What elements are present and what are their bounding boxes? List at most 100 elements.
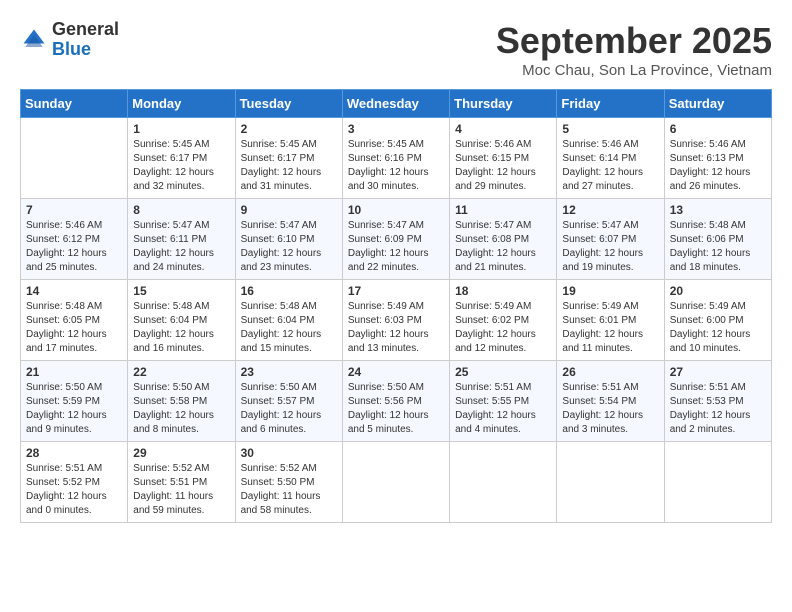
day-number: 26 [562,365,658,379]
day-content: Sunrise: 5:50 AM Sunset: 5:58 PM Dayligh… [133,381,229,437]
day-content: Sunrise: 5:48 AM Sunset: 6:06 PM Dayligh… [670,219,766,275]
calendar-cell: 29 Sunrise: 5:52 AM Sunset: 5:51 PM Dayli… [128,442,235,523]
calendar-cell: 4 Sunrise: 5:46 AM Sunset: 6:15 PM Daylig… [450,118,557,199]
page-header: General Blue September 2025 Moc Chau, So… [20,20,772,79]
calendar-cell: 15 Sunrise: 5:48 AM Sunset: 6:04 PM Dayli… [128,280,235,361]
day-content: Sunrise: 5:49 AM Sunset: 6:00 PM Dayligh… [670,300,766,356]
day-number: 15 [133,284,229,298]
calendar-cell: 20 Sunrise: 5:49 AM Sunset: 6:00 PM Dayli… [664,280,771,361]
calendar-cell: 19 Sunrise: 5:49 AM Sunset: 6:01 PM Dayli… [557,280,664,361]
day-number: 25 [455,365,551,379]
day-content: Sunrise: 5:51 AM Sunset: 5:53 PM Dayligh… [670,381,766,437]
calendar-cell: 24Sunrise: 5:50 AM Sunset: 5:56 PM Dayli… [342,361,449,442]
day-content: Sunrise: 5:52 AM Sunset: 5:50 PM Dayligh… [241,462,337,518]
title-block: September 2025 Moc Chau, Son La Province… [496,20,772,79]
calendar-cell: 2 Sunrise: 5:45 AM Sunset: 6:17 PM Daylig… [235,118,342,199]
calendar-cell: 22Sunrise: 5:50 AM Sunset: 5:58 PM Dayli… [128,361,235,442]
header-tuesday: Tuesday [235,90,342,118]
day-number: 21 [26,365,122,379]
day-number: 6 [670,122,766,136]
day-content: Sunrise: 5:48 AM Sunset: 6:04 PM Dayligh… [241,300,337,356]
calendar-cell: 11 Sunrise: 5:47 AM Sunset: 6:08 PM Dayli… [450,199,557,280]
day-content: Sunrise: 5:51 AM Sunset: 5:54 PM Dayligh… [562,381,658,437]
day-content: Sunrise: 5:51 AM Sunset: 5:55 PM Dayligh… [455,381,551,437]
day-content: Sunrise: 5:49 AM Sunset: 6:03 PM Dayligh… [348,300,444,356]
calendar-cell: 26 Sunrise: 5:51 AM Sunset: 5:54 PM Dayli… [557,361,664,442]
day-number: 30 [241,446,337,460]
calendar-table: SundayMondayTuesdayWednesdayThursdayFrid… [20,89,772,523]
day-number: 4 [455,122,551,136]
day-content: Sunrise: 5:47 AM Sunset: 6:08 PM Dayligh… [455,219,551,275]
day-content: Sunrise: 5:45 AM Sunset: 6:16 PM Dayligh… [348,138,444,194]
day-number: 24 [348,365,444,379]
calendar-week-row: 7 Sunrise: 5:46 AM Sunset: 6:12 PM Daylig… [21,199,772,280]
header-sunday: Sunday [21,90,128,118]
day-number: 16 [241,284,337,298]
day-content: Sunrise: 5:47 AM Sunset: 6:09 PM Dayligh… [348,219,444,275]
day-number: 13 [670,203,766,217]
calendar-cell [664,442,771,523]
calendar-cell: 3Sunrise: 5:45 AM Sunset: 6:16 PM Daylig… [342,118,449,199]
calendar-cell: 17Sunrise: 5:49 AM Sunset: 6:03 PM Dayli… [342,280,449,361]
day-content: Sunrise: 5:48 AM Sunset: 6:04 PM Dayligh… [133,300,229,356]
day-number: 18 [455,284,551,298]
day-number: 19 [562,284,658,298]
day-content: Sunrise: 5:47 AM Sunset: 6:10 PM Dayligh… [241,219,337,275]
day-content: Sunrise: 5:46 AM Sunset: 6:13 PM Dayligh… [670,138,766,194]
day-content: Sunrise: 5:49 AM Sunset: 6:02 PM Dayligh… [455,300,551,356]
calendar-week-row: 28 Sunrise: 5:51 AM Sunset: 5:52 PM Dayli… [21,442,772,523]
calendar-week-row: 21 Sunrise: 5:50 AM Sunset: 5:59 PM Dayli… [21,361,772,442]
day-number: 1 [133,122,229,136]
logo-icon [20,26,48,54]
calendar-cell: 14 Sunrise: 5:48 AM Sunset: 6:05 PM Dayli… [21,280,128,361]
calendar-cell: 21 Sunrise: 5:50 AM Sunset: 5:59 PM Dayli… [21,361,128,442]
day-number: 28 [26,446,122,460]
location: Moc Chau, Son La Province, Vietnam [496,62,772,79]
day-content: Sunrise: 5:46 AM Sunset: 6:12 PM Dayligh… [26,219,122,275]
day-number: 29 [133,446,229,460]
day-content: Sunrise: 5:49 AM Sunset: 6:01 PM Dayligh… [562,300,658,356]
calendar-cell: 7 Sunrise: 5:46 AM Sunset: 6:12 PM Daylig… [21,199,128,280]
day-content: Sunrise: 5:45 AM Sunset: 6:17 PM Dayligh… [133,138,229,194]
header-monday: Monday [128,90,235,118]
day-number: 14 [26,284,122,298]
calendar-cell [450,442,557,523]
day-number: 7 [26,203,122,217]
day-content: Sunrise: 5:46 AM Sunset: 6:15 PM Dayligh… [455,138,551,194]
day-number: 9 [241,203,337,217]
day-content: Sunrise: 5:46 AM Sunset: 6:14 PM Dayligh… [562,138,658,194]
day-content: Sunrise: 5:51 AM Sunset: 5:52 PM Dayligh… [26,462,122,518]
calendar-cell: 8 Sunrise: 5:47 AM Sunset: 6:11 PM Daylig… [128,199,235,280]
header-wednesday: Wednesday [342,90,449,118]
day-content: Sunrise: 5:50 AM Sunset: 5:59 PM Dayligh… [26,381,122,437]
calendar-cell: 30 Sunrise: 5:52 AM Sunset: 5:50 PM Dayli… [235,442,342,523]
calendar-cell [557,442,664,523]
calendar-cell: 23Sunrise: 5:50 AM Sunset: 5:57 PM Dayli… [235,361,342,442]
logo-blue-text: Blue [52,39,91,59]
day-content: Sunrise: 5:48 AM Sunset: 6:05 PM Dayligh… [26,300,122,356]
calendar-header-row: SundayMondayTuesdayWednesdayThursdayFrid… [21,90,772,118]
day-content: Sunrise: 5:47 AM Sunset: 6:11 PM Dayligh… [133,219,229,275]
day-number: 23 [241,365,337,379]
day-number: 5 [562,122,658,136]
day-number: 27 [670,365,766,379]
month-title: September 2025 [496,20,772,62]
calendar-week-row: 1 Sunrise: 5:45 AM Sunset: 6:17 PM Daylig… [21,118,772,199]
calendar-cell: 25 Sunrise: 5:51 AM Sunset: 5:55 PM Dayli… [450,361,557,442]
header-thursday: Thursday [450,90,557,118]
day-number: 10 [348,203,444,217]
calendar-cell: 6 Sunrise: 5:46 AM Sunset: 6:13 PM Daylig… [664,118,771,199]
logo-general-text: General [52,19,119,39]
day-content: Sunrise: 5:52 AM Sunset: 5:51 PM Dayligh… [133,462,229,518]
header-saturday: Saturday [664,90,771,118]
day-number: 20 [670,284,766,298]
header-friday: Friday [557,90,664,118]
day-number: 2 [241,122,337,136]
day-content: Sunrise: 5:45 AM Sunset: 6:17 PM Dayligh… [241,138,337,194]
day-number: 8 [133,203,229,217]
logo: General Blue [20,20,119,60]
day-number: 11 [455,203,551,217]
calendar-cell: 5 Sunrise: 5:46 AM Sunset: 6:14 PM Daylig… [557,118,664,199]
calendar-week-row: 14 Sunrise: 5:48 AM Sunset: 6:05 PM Dayli… [21,280,772,361]
calendar-cell: 10 Sunrise: 5:47 AM Sunset: 6:09 PM Dayli… [342,199,449,280]
